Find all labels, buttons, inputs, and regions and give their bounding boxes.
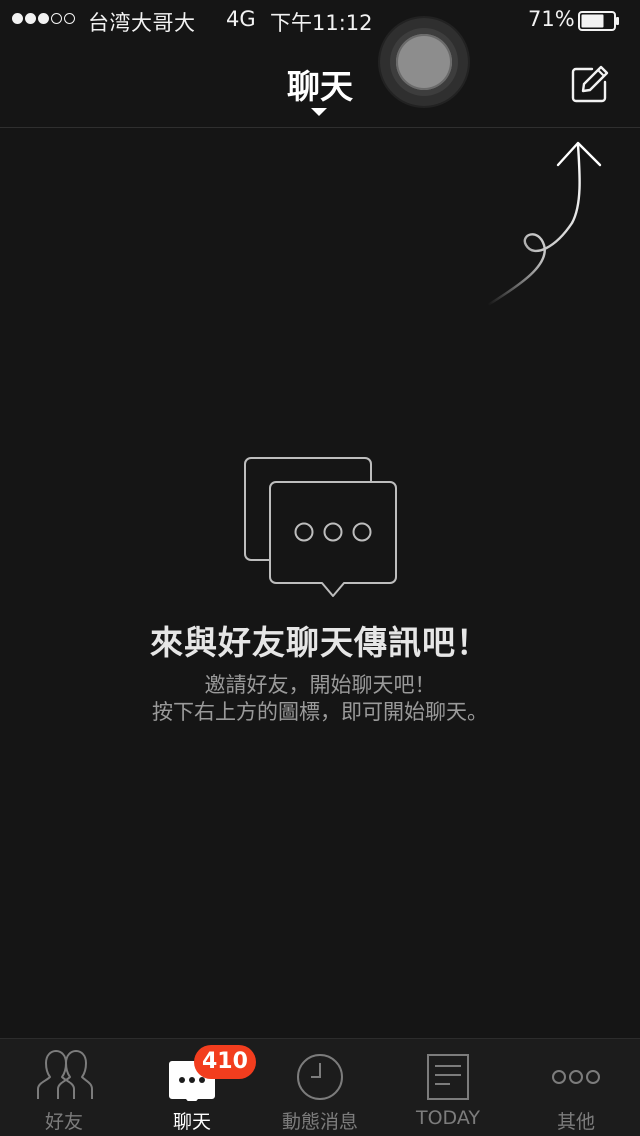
tab-label-more: 其他 [556,1111,595,1133]
empty-state-line-1: 邀請好友，開始聊天吧！ [204,673,436,697]
clock-icon [297,1054,343,1100]
tab-bar: 好友 410 聊天 動態消息 TODAY 其他 [0,1038,640,1136]
friends-icon [37,1050,93,1099]
tab-today[interactable]: TODAY [384,1039,512,1136]
empty-state-line-2: 按下右上方的圖標，即可開始聊天。 [152,700,488,724]
tab-friends[interactable]: 好友 [0,1039,128,1136]
hint-arrow-icon [486,141,602,307]
signal-strength-icon [12,13,75,24]
more-icon [552,1070,600,1084]
signal-dot [25,13,36,24]
tab-more[interactable]: 其他 [512,1039,640,1136]
caret-down-icon[interactable] [311,108,327,116]
carrier-name: 台湾大哥大 [88,11,196,35]
page-title[interactable]: 聊天 [0,60,640,108]
unread-badge: 410 [194,1045,256,1079]
battery-percent: 71% [528,7,575,31]
header-divider [0,127,640,128]
tab-label-chat: 聊天 [172,1111,211,1133]
network-type: 4G [226,7,256,31]
compose-icon[interactable] [570,64,610,104]
signal-dot [64,13,75,24]
empty-state-title: 來與好友聊天傳訊吧！ [150,623,490,662]
chat-bubbles-icon [244,457,397,597]
tab-label-friends: 好友 [44,1111,83,1133]
signal-dot [12,13,23,24]
signal-dot [38,13,49,24]
tab-label-today: TODAY [416,1107,480,1129]
status-time: 下午11:12 [270,11,373,35]
news-icon [427,1054,469,1100]
tab-chat[interactable]: 410 聊天 [128,1039,256,1136]
tab-label-timeline: 動態消息 [281,1111,358,1133]
empty-state-message: 邀請好友，開始聊天吧！ 按下右上方的圖標，即可開始聊天。 [0,672,640,726]
chat-screen: 台湾大哥大 4G 下午11:12 71% 聊天 來與好友聊天傳訊吧！ 邀請好友，… [0,0,640,1136]
status-bar: 台湾大哥大 4G 下午11:12 71% [0,0,640,40]
signal-dot [51,13,62,24]
tab-timeline[interactable]: 動態消息 [256,1039,384,1136]
battery-icon [578,11,619,31]
